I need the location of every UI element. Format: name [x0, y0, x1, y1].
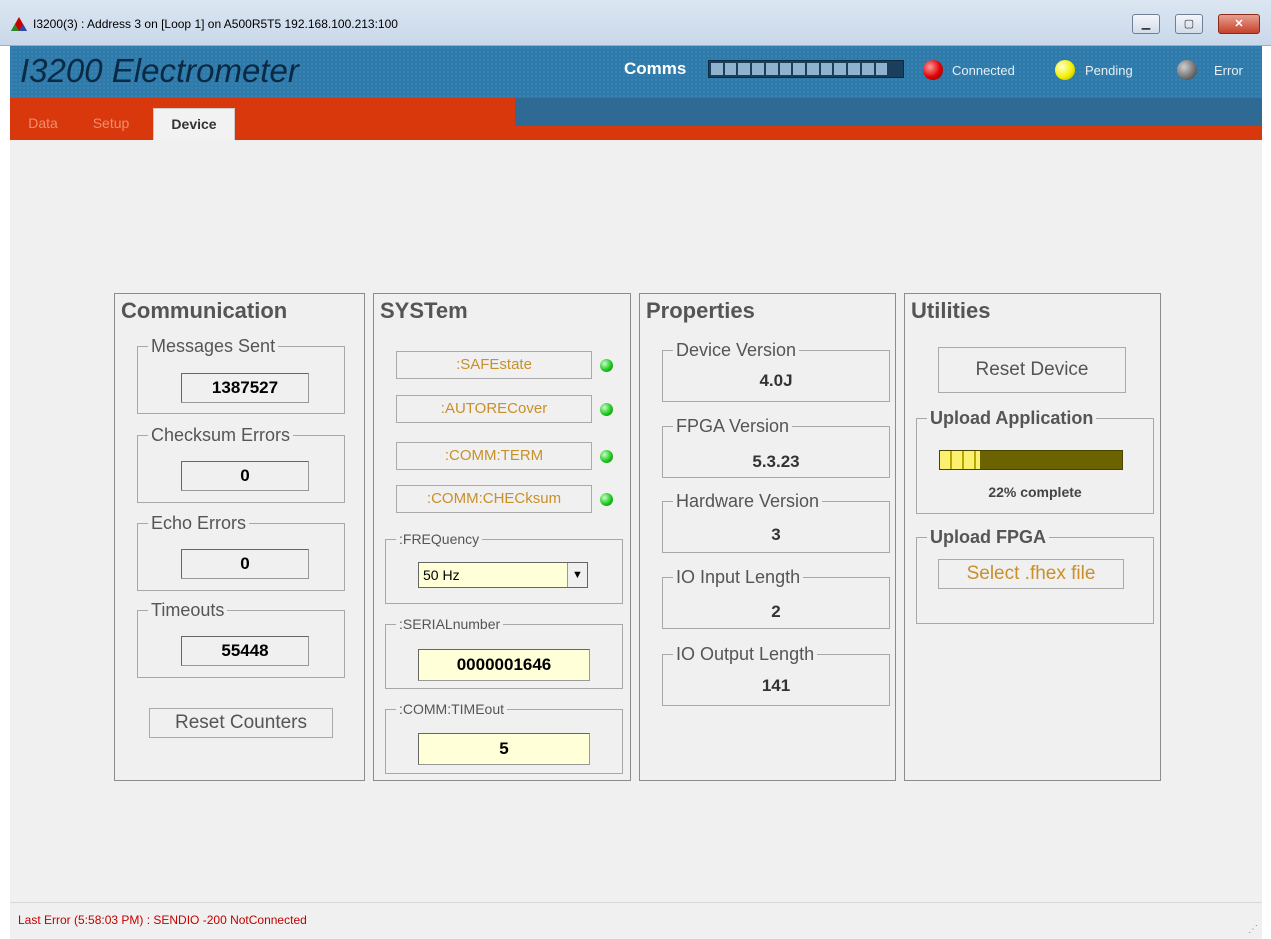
io-input-length-label: IO Input Length	[676, 567, 801, 587]
comms-segment	[793, 63, 806, 75]
comms-segment	[889, 63, 902, 75]
app-icon	[11, 17, 27, 31]
io-output-length-group: IO Output Length	[662, 644, 890, 706]
upload-progress-bar	[939, 450, 1123, 470]
comm-term-button[interactable]: :COMM:TERM	[396, 442, 592, 470]
tab-device[interactable]: Device	[153, 108, 235, 140]
tab-data[interactable]: Data	[12, 108, 74, 140]
comm-timeout-label: :COMM:TIMEout	[399, 701, 505, 717]
messages-sent-label: Messages Sent	[151, 336, 276, 356]
timeouts-value: 55448	[181, 636, 309, 666]
reset-counters-button[interactable]: Reset Counters	[149, 708, 333, 738]
error-label: Error	[1214, 63, 1243, 78]
upload-progress-text: 22% complete	[988, 484, 1082, 500]
comms-segment	[807, 63, 819, 75]
comm-timeout-field[interactable]: 5	[418, 733, 590, 765]
window-title: I3200(3) : Address 3 on [Loop 1] on A500…	[33, 17, 398, 31]
comms-segment	[752, 63, 764, 75]
utilities-panel: Utilities Reset Device Upload Applicatio…	[904, 293, 1161, 781]
comms-segment	[779, 63, 792, 75]
connected-indicator-icon	[923, 60, 943, 80]
connected-label: Connected	[952, 63, 1015, 78]
pending-indicator-icon	[1055, 60, 1075, 80]
hardware-version-value: 3	[771, 525, 781, 544]
tab-strip: Data Setup Device	[10, 98, 1262, 140]
messages-sent-value: 1387527	[181, 373, 309, 403]
reset-device-button[interactable]: Reset Device	[938, 347, 1126, 393]
upload-application-label: Upload Application	[930, 408, 1094, 428]
io-output-length-value: 141	[761, 676, 791, 695]
app-title: I3200 Electrometer	[20, 52, 299, 89]
comms-activity-bar	[708, 60, 904, 78]
properties-title: Properties	[646, 298, 755, 323]
safestate-button[interactable]: :SAFEstate	[396, 351, 592, 379]
comms-segment	[711, 63, 723, 75]
tab-setup[interactable]: Setup	[80, 108, 142, 140]
safestate-status-icon	[600, 359, 613, 372]
close-button[interactable]: ✕	[1218, 14, 1260, 34]
system-title: SYSTem	[380, 298, 468, 323]
fpga-version-label: FPGA Version	[676, 416, 790, 436]
hardware-version-label: Hardware Version	[676, 491, 820, 511]
fpga-version-value: 5.3.23	[752, 452, 800, 471]
frequency-selected-value: 50 Hz	[423, 567, 460, 583]
upload-progress-fill	[940, 451, 981, 469]
comms-segment	[820, 63, 833, 75]
utilities-title: Utilities	[911, 298, 991, 323]
frequency-select[interactable]: 50 Hz ▼	[418, 562, 588, 588]
autorecover-status-icon	[600, 403, 613, 416]
echo-errors-label: Echo Errors	[151, 513, 247, 533]
comm-checksum-status-icon	[600, 493, 613, 506]
checksum-errors-value: 0	[181, 461, 309, 491]
comms-segment	[724, 63, 737, 75]
comms-segment	[834, 63, 847, 75]
comms-segment	[765, 63, 778, 75]
pending-label: Pending	[1085, 63, 1133, 78]
communication-panel: Communication Messages Sent 1387527 Chec…	[114, 293, 365, 781]
comms-segment	[738, 63, 751, 75]
app-header: I3200 Electrometer Comms Connected Pendi…	[10, 46, 1262, 98]
autorecover-button[interactable]: :AUTORECover	[396, 395, 592, 423]
io-output-length-label: IO Output Length	[676, 644, 815, 664]
resize-grip-icon[interactable]: ⋰	[1248, 924, 1258, 935]
error-indicator-icon	[1177, 60, 1197, 80]
serial-number-label: :SERIALnumber	[399, 616, 501, 632]
frequency-label: :FREQuency	[399, 531, 480, 547]
checksum-errors-label: Checksum Errors	[151, 425, 291, 445]
device-version-value: 4.0J	[759, 371, 793, 390]
communication-title: Communication	[121, 298, 288, 323]
echo-errors-value: 0	[181, 549, 309, 579]
serial-number-field[interactable]: 0000001646	[418, 649, 590, 681]
comm-checksum-button[interactable]: :COMM:CHECksum	[396, 485, 592, 513]
comms-segment	[861, 63, 874, 75]
properties-panel: Properties Device Version 4.0J FPGA Vers…	[639, 293, 896, 781]
select-fhex-file-button[interactable]: Select .fhex file	[938, 559, 1124, 589]
minimize-button[interactable]: ▁	[1132, 14, 1160, 34]
chevron-down-icon[interactable]: ▼	[567, 563, 587, 587]
upload-fpga-label: Upload FPGA	[930, 527, 1046, 547]
io-input-length-value: 2	[771, 602, 781, 621]
comms-segment	[875, 63, 888, 75]
comms-label: Comms	[624, 59, 687, 78]
timeouts-label: Timeouts	[151, 600, 225, 620]
system-panel: SYSTem :SAFEstate :AUTORECover :COMM:TER…	[373, 293, 631, 781]
last-error-text: Last Error (5:58:03 PM) : SENDIO -200 No…	[18, 913, 307, 927]
comm-term-status-icon	[600, 450, 613, 463]
comms-segment	[848, 63, 860, 75]
maximize-button[interactable]: ▢	[1175, 14, 1203, 34]
status-bar: Last Error (5:58:03 PM) : SENDIO -200 No…	[10, 902, 1262, 939]
device-version-label: Device Version	[676, 340, 797, 360]
window-titlebar: I3200(3) : Address 3 on [Loop 1] on A500…	[0, 0, 1271, 46]
